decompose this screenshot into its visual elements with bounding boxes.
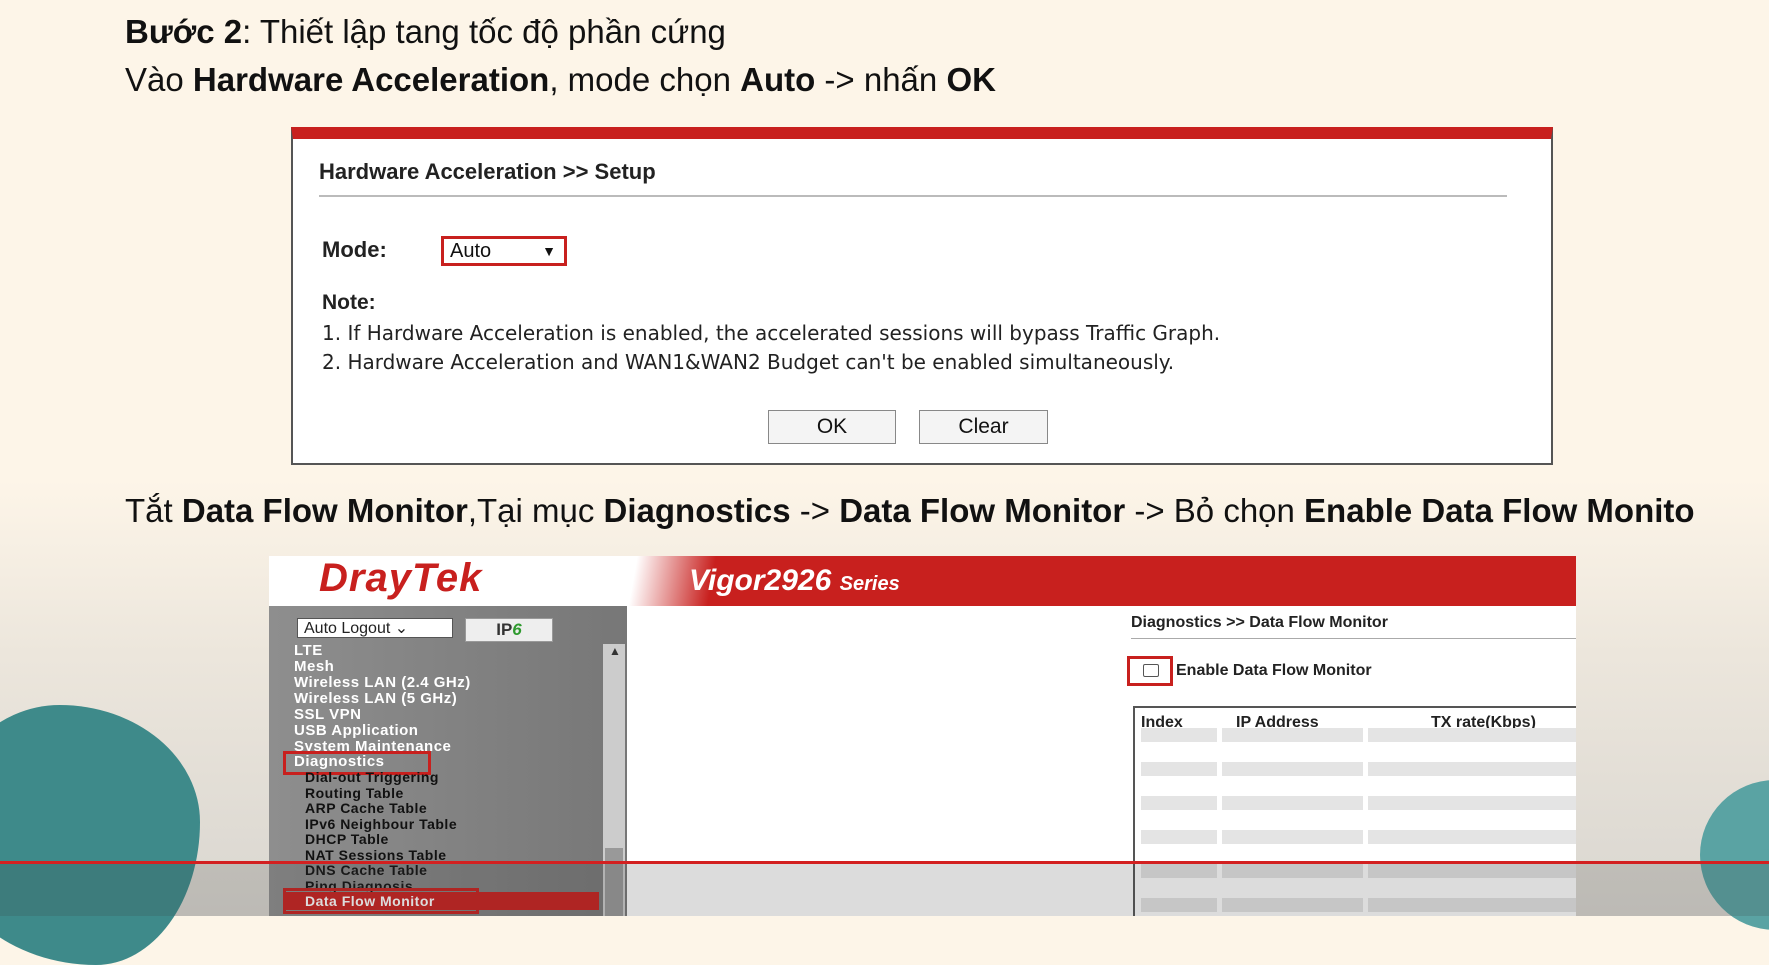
bottom-shade	[0, 864, 1769, 916]
menu-item-ssl-vpn[interactable]: SSL VPN	[294, 706, 361, 723]
mode-select[interactable]: Auto ▼	[441, 236, 567, 266]
scroll-up-icon[interactable]: ▲	[609, 644, 621, 658]
breadcrumb: Diagnostics >> Data Flow Monitor	[1131, 614, 1388, 631]
submenu-dhcp-table[interactable]: DHCP Table	[305, 831, 389, 847]
table-row	[1141, 796, 1576, 810]
hardware-acceleration-panel: Hardware Acceleration >> Setup Mode: Aut…	[291, 127, 1553, 465]
menu-item-mesh[interactable]: Mesh	[294, 658, 334, 675]
auto-logout-select[interactable]: Auto Logout ⌄	[297, 618, 453, 638]
ok-button[interactable]: OK	[768, 410, 896, 444]
mode-select-value: Auto	[450, 240, 492, 262]
submenu-ipv6-neighbour[interactable]: IPv6 Neighbour Table	[305, 816, 457, 832]
step-title: Bước 2: Thiết lập tang tốc độ phần cứng	[125, 13, 726, 50]
draytek-logo: DrayTek	[319, 556, 483, 600]
menu-item-usb[interactable]: USB Application	[294, 722, 418, 739]
submenu-routing-table[interactable]: Routing Table	[305, 785, 404, 801]
menu-item-diagnostics[interactable]: Diagnostics	[294, 753, 385, 770]
model-name: Vigor2926 Series	[689, 564, 900, 597]
title-divider	[319, 195, 1507, 197]
note-item-2: 2. Hardware Acceleration and WAN1&WAN2 B…	[322, 350, 1175, 374]
submenu-arp-cache[interactable]: ARP Cache Table	[305, 800, 427, 816]
breadcrumb-divider	[1131, 638, 1576, 639]
table-row	[1141, 762, 1576, 776]
menu-item-lte[interactable]: LTE	[294, 642, 323, 659]
panel-title: Hardware Acceleration >> Setup	[319, 159, 656, 184]
mode-label: Mode:	[322, 237, 387, 262]
menu-item-wlan-5[interactable]: Wireless LAN (5 GHz)	[294, 690, 457, 707]
decorative-blob-right-edge	[1758, 790, 1769, 850]
data-flow-instruction: Tắt Data Flow Monitor,Tại mục Diagnostic…	[125, 492, 1695, 529]
note-label: Note:	[322, 291, 376, 314]
table-row	[1141, 728, 1576, 742]
clear-button[interactable]: Clear	[919, 410, 1048, 444]
chevron-down-icon: ⌄	[394, 620, 409, 637]
menu-item-wlan-24[interactable]: Wireless LAN (2.4 GHz)	[294, 674, 471, 691]
table-row	[1141, 830, 1576, 844]
submenu-dial-out[interactable]: Dial-out Triggering	[305, 769, 439, 785]
note-item-1: 1. If Hardware Acceleration is enabled, …	[322, 321, 1221, 345]
ipv6-button[interactable]: IP6	[465, 618, 553, 642]
dropdown-arrow-icon: ▼	[542, 243, 556, 259]
step-instruction: Vào Hardware Acceleration, mode chọn Aut…	[125, 61, 996, 98]
enable-data-flow-label: Enable Data Flow Monitor	[1176, 662, 1372, 679]
enable-data-flow-checkbox[interactable]	[1143, 664, 1159, 677]
